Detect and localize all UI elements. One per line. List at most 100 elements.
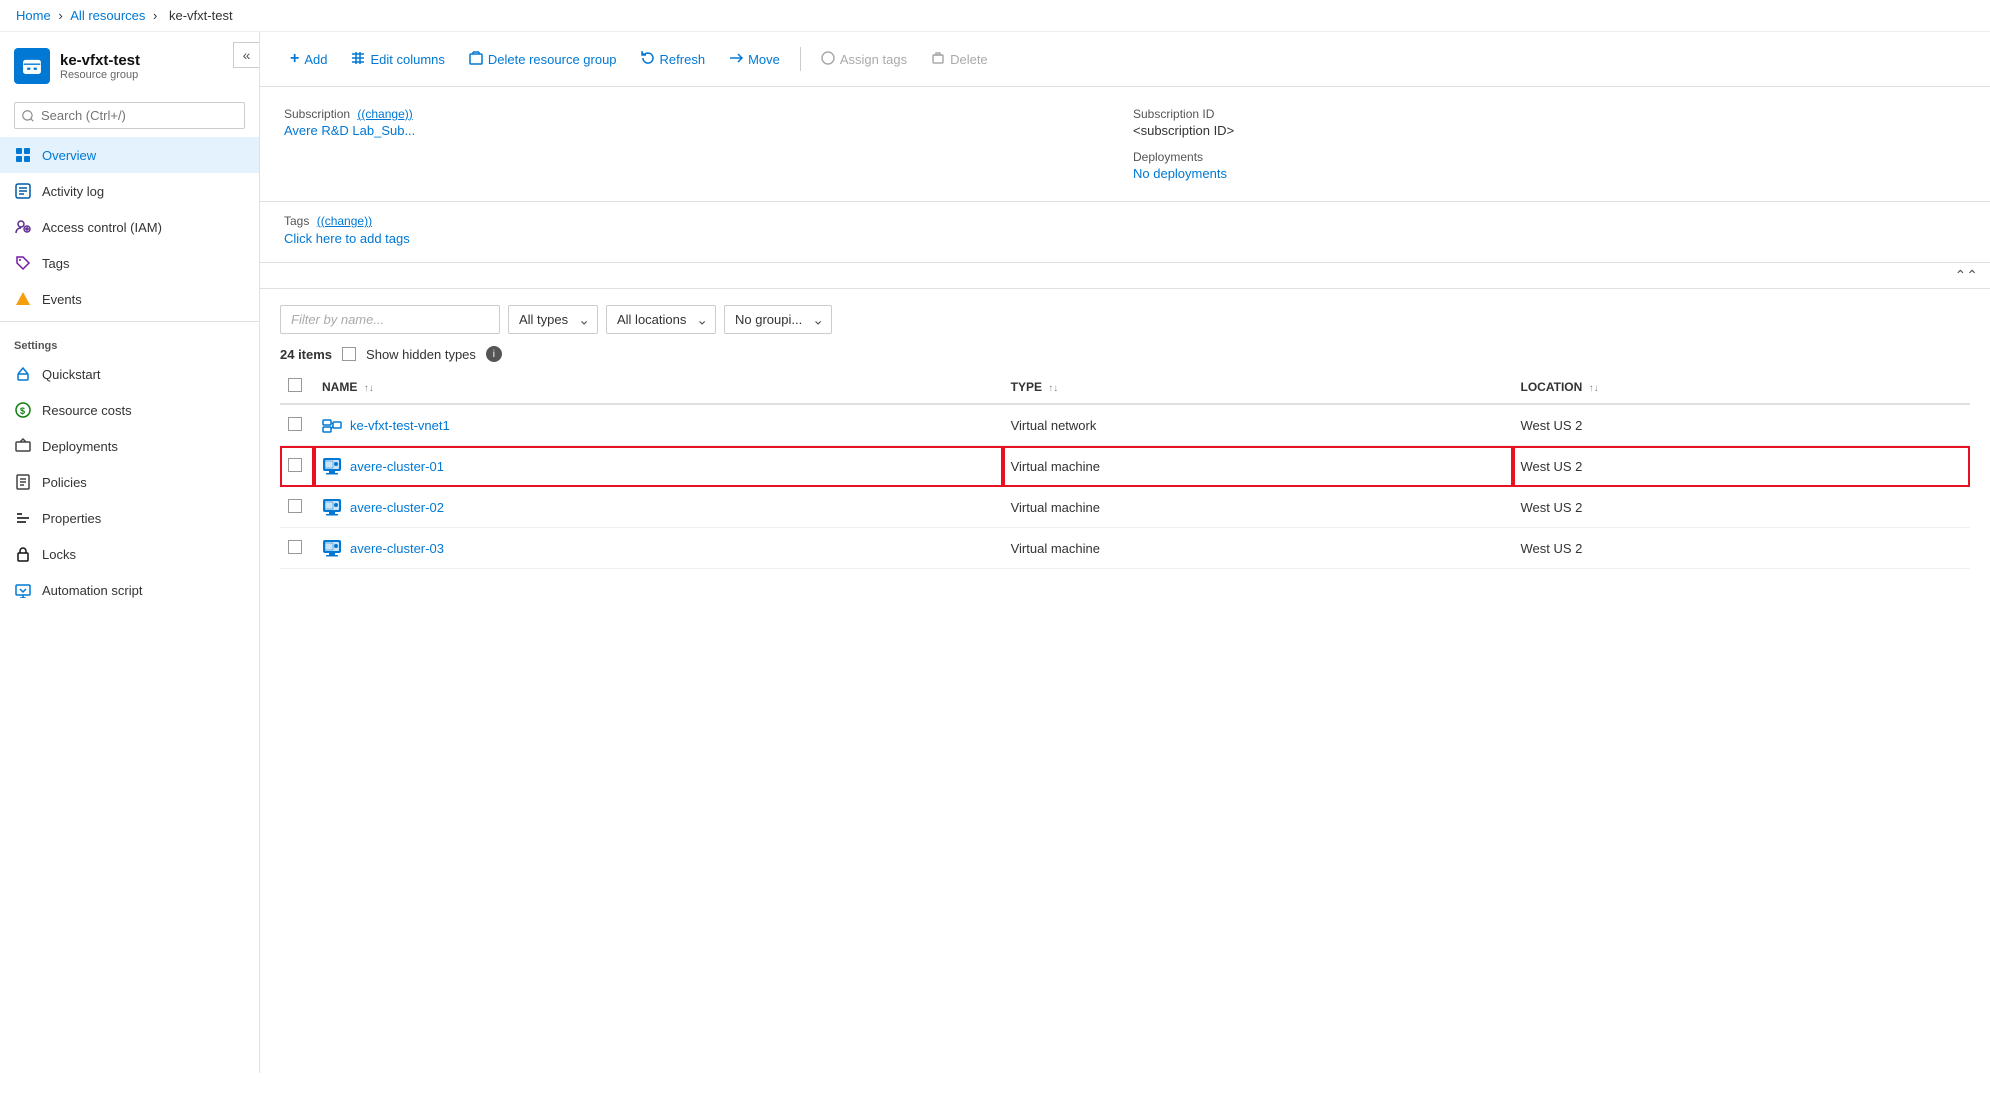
svg-text:$: $: [20, 406, 25, 416]
sidebar-item-resource-costs-label: Resource costs: [42, 403, 132, 418]
automation-icon: [14, 581, 32, 599]
resources-area: All types All locations No groupi... 24 …: [260, 289, 1990, 585]
add-icon: +: [290, 50, 299, 68]
show-hidden-label: Show hidden types: [366, 347, 476, 362]
sidebar-item-tags[interactable]: Tags: [0, 245, 259, 281]
collapse-info-button[interactable]: ⌃⌃: [1955, 267, 1978, 284]
delete-button[interactable]: Delete: [921, 45, 998, 74]
search-input[interactable]: [14, 102, 245, 129]
delete-rg-icon: [469, 51, 483, 68]
tags-change-link[interactable]: ((change)): [317, 214, 372, 228]
select-all-checkbox[interactable]: [288, 378, 302, 392]
col-location[interactable]: LOCATION ↑↓: [1513, 370, 1970, 404]
sidebar-item-iam-label: Access control (IAM): [42, 220, 162, 235]
breadcrumb-current: ke-vfxt-test: [169, 8, 233, 23]
collapse-sidebar-button[interactable]: «: [233, 42, 259, 68]
resource-group-type: Resource group: [60, 69, 140, 81]
show-hidden-checkbox[interactable]: [342, 347, 356, 361]
vm-icon: [322, 456, 342, 476]
sidebar-item-tags-label: Tags: [42, 256, 69, 271]
no-grouping-select[interactable]: No groupi...: [724, 305, 832, 334]
table-row: avere-cluster-03Virtual machineWest US 2: [280, 528, 1970, 569]
row-checkbox[interactable]: [288, 458, 302, 472]
assign-tags-icon: [821, 51, 835, 68]
assign-tags-button[interactable]: Assign tags: [811, 45, 917, 74]
resource-group-name: ke-vfxt-test: [60, 52, 140, 69]
refresh-icon: [641, 51, 655, 68]
filter-by-name-input[interactable]: [280, 305, 500, 334]
type-sort-icon: ↑↓: [1048, 383, 1058, 394]
sidebar-item-quickstart[interactable]: Quickstart: [0, 356, 259, 392]
settings-section-label: Settings: [0, 326, 259, 356]
row-checkbox[interactable]: [288, 540, 302, 554]
sidebar-item-events[interactable]: Events: [0, 281, 259, 317]
add-button[interactable]: + Add: [280, 44, 337, 74]
row-checkbox[interactable]: [288, 417, 302, 431]
sidebar-item-iam[interactable]: Access control (IAM): [0, 209, 259, 245]
main-content: + Add Edit columns Delete resource group: [260, 32, 1990, 1073]
deployments-icon: [14, 437, 32, 455]
move-button[interactable]: Move: [719, 45, 790, 74]
iam-icon: [14, 218, 32, 236]
sidebar-item-deployments[interactable]: Deployments: [0, 428, 259, 464]
resource-type: Virtual machine: [1003, 487, 1513, 528]
sidebar-item-quickstart-label: Quickstart: [42, 367, 101, 382]
resource-location: West US 2: [1513, 404, 1970, 446]
sidebar-item-properties-label: Properties: [42, 511, 101, 526]
table-row: avere-cluster-01Virtual machineWest US 2: [280, 446, 1970, 487]
tags-icon: [14, 254, 32, 272]
resource-type: Virtual network: [1003, 404, 1513, 446]
toolbar-separator: [800, 47, 801, 71]
edit-columns-button[interactable]: Edit columns: [341, 45, 454, 74]
vm-icon: [322, 497, 342, 517]
sidebar-item-policies[interactable]: Policies: [0, 464, 259, 500]
sidebar-item-overview-label: Overview: [42, 148, 96, 163]
sidebar-item-automation-label: Automation script: [42, 583, 142, 598]
resource-name-link[interactable]: ke-vfxt-test-vnet1: [322, 415, 991, 435]
sidebar-item-overview[interactable]: Overview: [0, 137, 259, 173]
deployments-value-link[interactable]: No deployments: [1133, 166, 1227, 181]
activity-log-icon: [14, 182, 32, 200]
resource-table: NAME ↑↓ TYPE ↑↓ LOCATION ↑↓: [280, 370, 1970, 569]
edit-columns-icon: [351, 51, 365, 68]
all-locations-select[interactable]: All locations: [606, 305, 716, 334]
resource-name-link[interactable]: avere-cluster-02: [322, 497, 991, 517]
breadcrumb-all-resources[interactable]: All resources: [70, 8, 145, 23]
resource-location: West US 2: [1513, 487, 1970, 528]
row-checkbox[interactable]: [288, 499, 302, 513]
refresh-button[interactable]: Refresh: [631, 45, 716, 74]
deployments-label: Deployments: [1133, 150, 1966, 164]
sidebar-item-automation-script[interactable]: Automation script: [0, 572, 259, 608]
all-types-select[interactable]: All types: [508, 305, 598, 334]
resource-type: Virtual machine: [1003, 528, 1513, 569]
subscription-id-value: <subscription ID>: [1133, 123, 1966, 138]
costs-icon: $: [14, 401, 32, 419]
sidebar-item-resource-costs[interactable]: $ Resource costs: [0, 392, 259, 428]
delete-resource-group-button[interactable]: Delete resource group: [459, 45, 627, 74]
resource-name-link[interactable]: avere-cluster-01: [322, 456, 991, 476]
subscription-id-label: Subscription ID: [1133, 107, 1966, 121]
filter-row: All types All locations No groupi...: [280, 305, 1970, 334]
sidebar-header: ke-vfxt-test Resource group: [0, 32, 259, 94]
resource-type: Virtual machine: [1003, 446, 1513, 487]
show-hidden-info-icon[interactable]: i: [486, 346, 502, 362]
locks-icon: [14, 545, 32, 563]
sidebar-item-activity-log[interactable]: Activity log: [0, 173, 259, 209]
tags-add-link[interactable]: Click here to add tags: [284, 231, 410, 246]
tags-section: Tags ((change)) Click here to add tags: [260, 202, 1990, 263]
sidebar-item-locks[interactable]: Locks: [0, 536, 259, 572]
breadcrumb-home[interactable]: Home: [16, 8, 51, 23]
sidebar-item-locks-label: Locks: [42, 547, 76, 562]
sidebar-nav: Overview Activity log Access control (IA…: [0, 137, 259, 317]
col-name[interactable]: NAME ↑↓: [314, 370, 1003, 404]
search-box: [0, 94, 259, 137]
col-type[interactable]: TYPE ↑↓: [1003, 370, 1513, 404]
subscription-change-link[interactable]: ((change)): [357, 107, 412, 121]
vm-icon: [322, 538, 342, 558]
subscription-value-link[interactable]: Avere R&D Lab_Sub...: [284, 123, 415, 138]
sidebar-item-properties[interactable]: Properties: [0, 500, 259, 536]
delete-icon: [931, 51, 945, 68]
table-row: ke-vfxt-test-vnet1 Virtual networkWest US…: [280, 404, 1970, 446]
location-sort-icon: ↑↓: [1589, 383, 1599, 394]
resource-name-link[interactable]: avere-cluster-03: [322, 538, 991, 558]
